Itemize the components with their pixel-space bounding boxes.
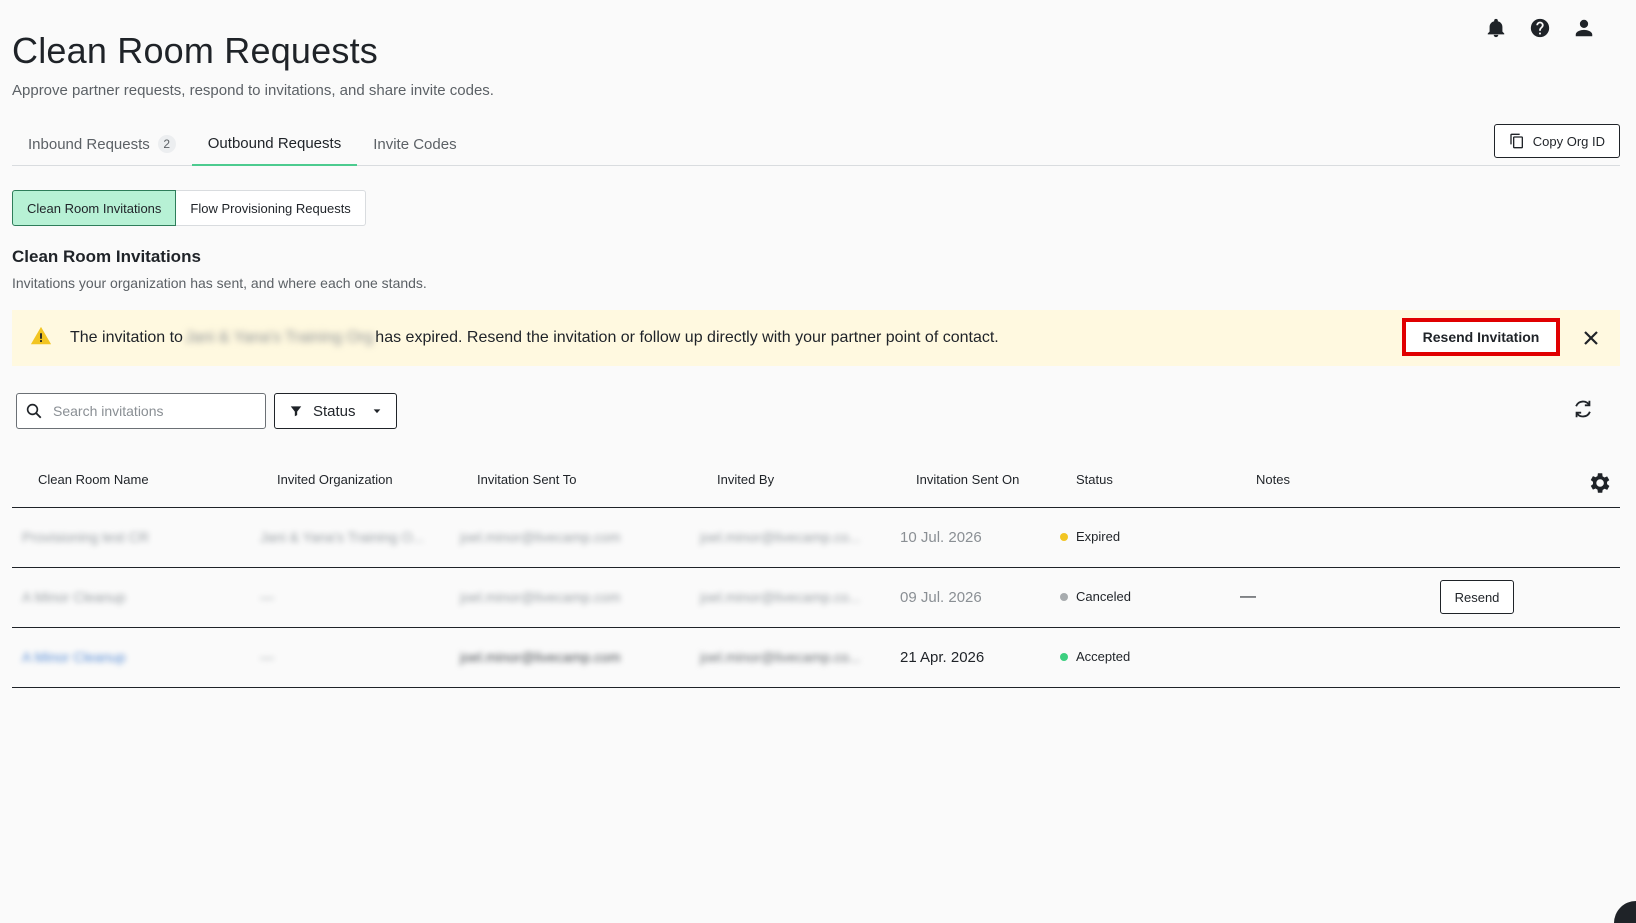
tab-invite-codes[interactable]: Invite Codes xyxy=(357,122,472,166)
status-badge: Expired xyxy=(1060,529,1120,544)
search-box xyxy=(16,393,266,429)
invited-organization: Jani & Yana's Training O... xyxy=(260,529,425,545)
column-header[interactable]: Invitation Sent On xyxy=(916,472,1019,487)
refresh-icon[interactable] xyxy=(1572,398,1596,422)
invitation-sent-to: joel.minor@livecamp.com xyxy=(460,529,621,545)
status-badge: Accepted xyxy=(1060,649,1130,664)
close-icon[interactable] xyxy=(1580,327,1602,349)
tab-outbound-requests[interactable]: Outbound Requests xyxy=(191,122,358,166)
invited-by: joel.minor@livecamp.co... xyxy=(700,589,861,605)
column-header[interactable]: Invited Organization xyxy=(277,472,393,487)
gear-icon[interactable] xyxy=(1586,470,1612,496)
invitations-table: Clean Room Name Invited Organization Inv… xyxy=(12,458,1620,688)
invitation-sent-on: 21 Apr. 2026 xyxy=(900,649,985,666)
search-icon xyxy=(26,403,42,419)
column-header[interactable]: Notes xyxy=(1256,472,1290,487)
invitation-sent-to: joel.minor@livecamp.com xyxy=(460,649,621,665)
status-dot xyxy=(1060,592,1068,601)
copy-org-id-button[interactable]: Copy Org ID xyxy=(1493,124,1620,158)
tab-bar: Inbound Requests 2 Outbound Requests Inv… xyxy=(12,122,1620,166)
column-header[interactable]: Invitation Sent To xyxy=(477,472,577,487)
table-row[interactable]: A Minor Cleanup — joel.minor@livecamp.co… xyxy=(12,628,1620,688)
column-header[interactable]: Invited By xyxy=(717,472,774,487)
resend-button[interactable]: Resend xyxy=(1440,580,1514,614)
invited-organization: — xyxy=(260,589,274,605)
tab-label: Outbound Requests xyxy=(207,134,342,152)
resend-invitation-button[interactable]: Resend Invitation xyxy=(1402,318,1560,356)
flow-provisioning-requests-toggle[interactable]: Flow Provisioning Requests xyxy=(176,190,366,226)
tab-label: Invite Codes xyxy=(373,135,457,153)
clean-room-name: A Minor Cleanup xyxy=(22,589,126,605)
row-divider xyxy=(12,628,872,629)
bell-icon[interactable] xyxy=(1484,16,1508,40)
filter-icon xyxy=(290,406,302,417)
alert-org-name: Jani & Yana's Training Org xyxy=(184,329,374,346)
page-title: Clean Room Requests xyxy=(12,30,378,71)
invitation-sent-to: joel.minor@livecamp.com xyxy=(460,589,621,605)
copy-icon xyxy=(1510,133,1523,149)
status-label: Expired xyxy=(1076,529,1121,544)
tab-count-badge: 2 xyxy=(157,135,176,153)
alert-message: The invitation to Jani & Yana's Training… xyxy=(70,329,999,347)
window-corner xyxy=(1614,901,1636,923)
chevron-down-icon xyxy=(373,409,380,414)
status-label: Canceled xyxy=(1076,589,1131,604)
invited-by: joel.minor@livecamp.co... xyxy=(700,529,861,545)
section-subtitle: Invitations your organization has sent, … xyxy=(12,275,427,291)
invitation-sent-on: 10 Jul. 2026 xyxy=(900,529,982,546)
top-toolbar xyxy=(1484,16,1596,40)
status-filter-button[interactable]: Status xyxy=(274,393,397,429)
column-header[interactable]: Status xyxy=(1076,472,1113,487)
row-divider xyxy=(12,568,872,569)
status-filter-label: Status xyxy=(313,402,356,420)
tab-label: Inbound Requests xyxy=(28,135,150,153)
table-header: Clean Room Name Invited Organization Inv… xyxy=(12,458,1620,508)
expired-invitation-alert: The invitation to Jani & Yana's Training… xyxy=(12,310,1620,366)
section-title: Clean Room Invitations xyxy=(12,247,201,266)
help-icon[interactable] xyxy=(1528,16,1552,40)
clean-room-name: Provisioning test CR xyxy=(22,529,149,545)
invited-by: joel.minor@livecamp.co... xyxy=(700,649,861,665)
table-row[interactable]: Provisioning test CR Jani & Yana's Train… xyxy=(12,508,1620,568)
invited-organization: — xyxy=(260,649,274,665)
invitation-sent-on: 09 Jul. 2026 xyxy=(900,589,982,606)
status-dot xyxy=(1060,532,1068,541)
search-input[interactable] xyxy=(53,403,243,419)
status-dot xyxy=(1060,652,1068,661)
page-subtitle: Approve partner requests, respond to inv… xyxy=(12,82,494,99)
tab-inbound-requests[interactable]: Inbound Requests 2 xyxy=(12,122,192,166)
copy-org-id-label: Copy Org ID xyxy=(1532,133,1605,149)
notes-cell: — xyxy=(1240,588,1256,605)
alert-suffix: has expired. Resend the invitation or fo… xyxy=(375,329,999,346)
clean-room-name-link[interactable]: A Minor Cleanup xyxy=(22,649,126,665)
column-header[interactable]: Clean Room Name xyxy=(38,472,149,487)
invitation-type-toggle: Clean Room Invitations Flow Provisioning… xyxy=(12,190,366,226)
status-badge: Canceled xyxy=(1060,589,1131,604)
user-icon[interactable] xyxy=(1572,16,1596,40)
table-row[interactable]: A Minor Cleanup — joel.minor@livecamp.co… xyxy=(12,568,1620,628)
warning-icon xyxy=(30,325,52,352)
status-label: Accepted xyxy=(1076,649,1131,664)
clean-room-invitations-toggle[interactable]: Clean Room Invitations xyxy=(12,190,177,226)
alert-prefix: The invitation to xyxy=(70,329,183,346)
